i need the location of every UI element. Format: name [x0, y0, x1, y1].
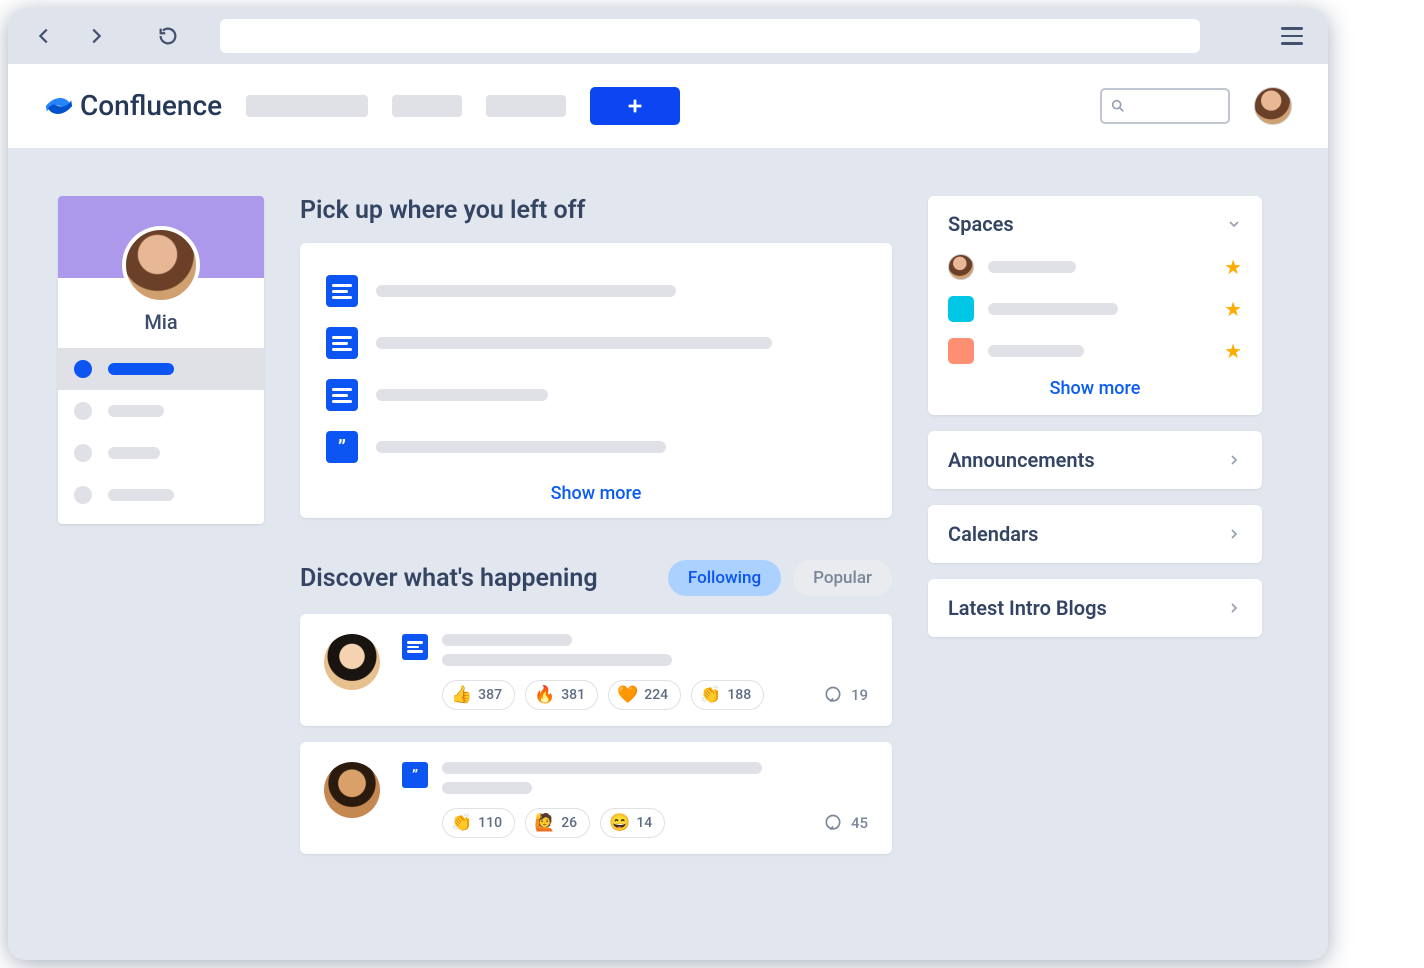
tab-popular[interactable]: Popular	[793, 560, 892, 596]
page-icon	[326, 379, 358, 411]
app-topnav: Confluence	[8, 64, 1328, 148]
space-item[interactable]: ★	[948, 246, 1242, 288]
profile-card: Mia	[58, 196, 264, 524]
chevron-right-icon	[1226, 452, 1242, 468]
discover-title: Discover what's happening	[300, 564, 598, 593]
recents-title: Pick up where you left off	[300, 196, 892, 225]
chevron-right-icon	[1226, 600, 1242, 616]
calendars-link[interactable]: Calendars	[928, 505, 1262, 563]
search-input[interactable]	[1100, 88, 1230, 124]
profile-nav-item-2[interactable]	[58, 390, 264, 432]
nav-item-3[interactable]	[486, 95, 566, 117]
feed-item[interactable]: ” 👏110 🙋26 😄14	[300, 742, 892, 854]
profile-nav-item-3[interactable]	[58, 432, 264, 474]
reaction-thumbs-up[interactable]: 👍387	[442, 680, 515, 710]
recents-show-more[interactable]: Show more	[326, 483, 866, 504]
nav-item-2[interactable]	[392, 95, 462, 117]
profile-nav-item-4[interactable]	[58, 474, 264, 516]
recent-item[interactable]	[326, 369, 866, 421]
chevron-down-icon[interactable]	[1226, 216, 1242, 232]
browser-reload-button[interactable]	[148, 16, 188, 56]
author-avatar[interactable]	[324, 762, 380, 818]
current-user-avatar[interactable]	[1254, 87, 1292, 125]
comment-icon	[823, 685, 843, 705]
logo-text: Confluence	[80, 89, 222, 122]
spaces-show-more[interactable]: Show more	[948, 378, 1242, 399]
recent-item[interactable]	[326, 265, 866, 317]
star-icon[interactable]: ★	[1224, 297, 1242, 321]
spaces-panel: Spaces ★ ★	[928, 196, 1262, 415]
star-icon[interactable]: ★	[1224, 255, 1242, 279]
profile-avatar[interactable]	[122, 226, 200, 304]
comment-icon	[823, 813, 843, 833]
create-button[interactable]	[590, 87, 680, 125]
space-item[interactable]: ★	[948, 288, 1242, 330]
chevron-right-icon	[1226, 526, 1242, 542]
page-icon	[326, 327, 358, 359]
comments-count[interactable]: 45	[823, 813, 868, 833]
feed-item[interactable]: 👍387 🔥381 🧡224 👏188 19	[300, 614, 892, 726]
recent-item[interactable]	[326, 317, 866, 369]
recents-card: ” Show more	[300, 243, 892, 518]
browser-bar	[8, 8, 1328, 64]
space-avatar	[948, 338, 974, 364]
nav-item-1[interactable]	[246, 95, 368, 117]
reaction-clap[interactable]: 👏110	[442, 808, 515, 838]
browser-forward-button[interactable]	[76, 16, 116, 56]
profile-name: Mia	[58, 310, 264, 348]
space-avatar	[948, 296, 974, 322]
blog-icon: ”	[326, 431, 358, 463]
browser-address-bar[interactable]	[220, 19, 1200, 53]
latest-intro-blogs-link[interactable]: Latest Intro Blogs	[928, 579, 1262, 637]
search-icon	[1110, 98, 1126, 114]
reaction-raised-hand[interactable]: 🙋26	[525, 808, 590, 838]
plus-icon	[624, 95, 646, 117]
tab-following[interactable]: Following	[668, 560, 781, 596]
profile-banner	[58, 196, 264, 278]
space-item[interactable]: ★	[948, 330, 1242, 372]
page-icon	[326, 275, 358, 307]
reaction-heart[interactable]: 🧡224	[608, 680, 681, 710]
confluence-icon	[44, 91, 74, 121]
spaces-title: Spaces	[948, 212, 1014, 236]
profile-nav-item-1[interactable]	[58, 348, 264, 390]
announcements-link[interactable]: Announcements	[928, 431, 1262, 489]
blog-icon: ”	[402, 762, 428, 788]
browser-back-button[interactable]	[24, 16, 64, 56]
star-icon[interactable]: ★	[1224, 339, 1242, 363]
page-icon	[402, 634, 428, 660]
browser-menu-button[interactable]	[1272, 27, 1312, 45]
recent-item[interactable]: ”	[326, 421, 866, 473]
reaction-smile[interactable]: 😄14	[600, 808, 665, 838]
reaction-fire[interactable]: 🔥381	[525, 680, 598, 710]
reaction-clap[interactable]: 👏188	[691, 680, 764, 710]
logo[interactable]: Confluence	[44, 89, 222, 122]
space-avatar	[948, 254, 974, 280]
author-avatar[interactable]	[324, 634, 380, 690]
comments-count[interactable]: 19	[823, 685, 868, 705]
